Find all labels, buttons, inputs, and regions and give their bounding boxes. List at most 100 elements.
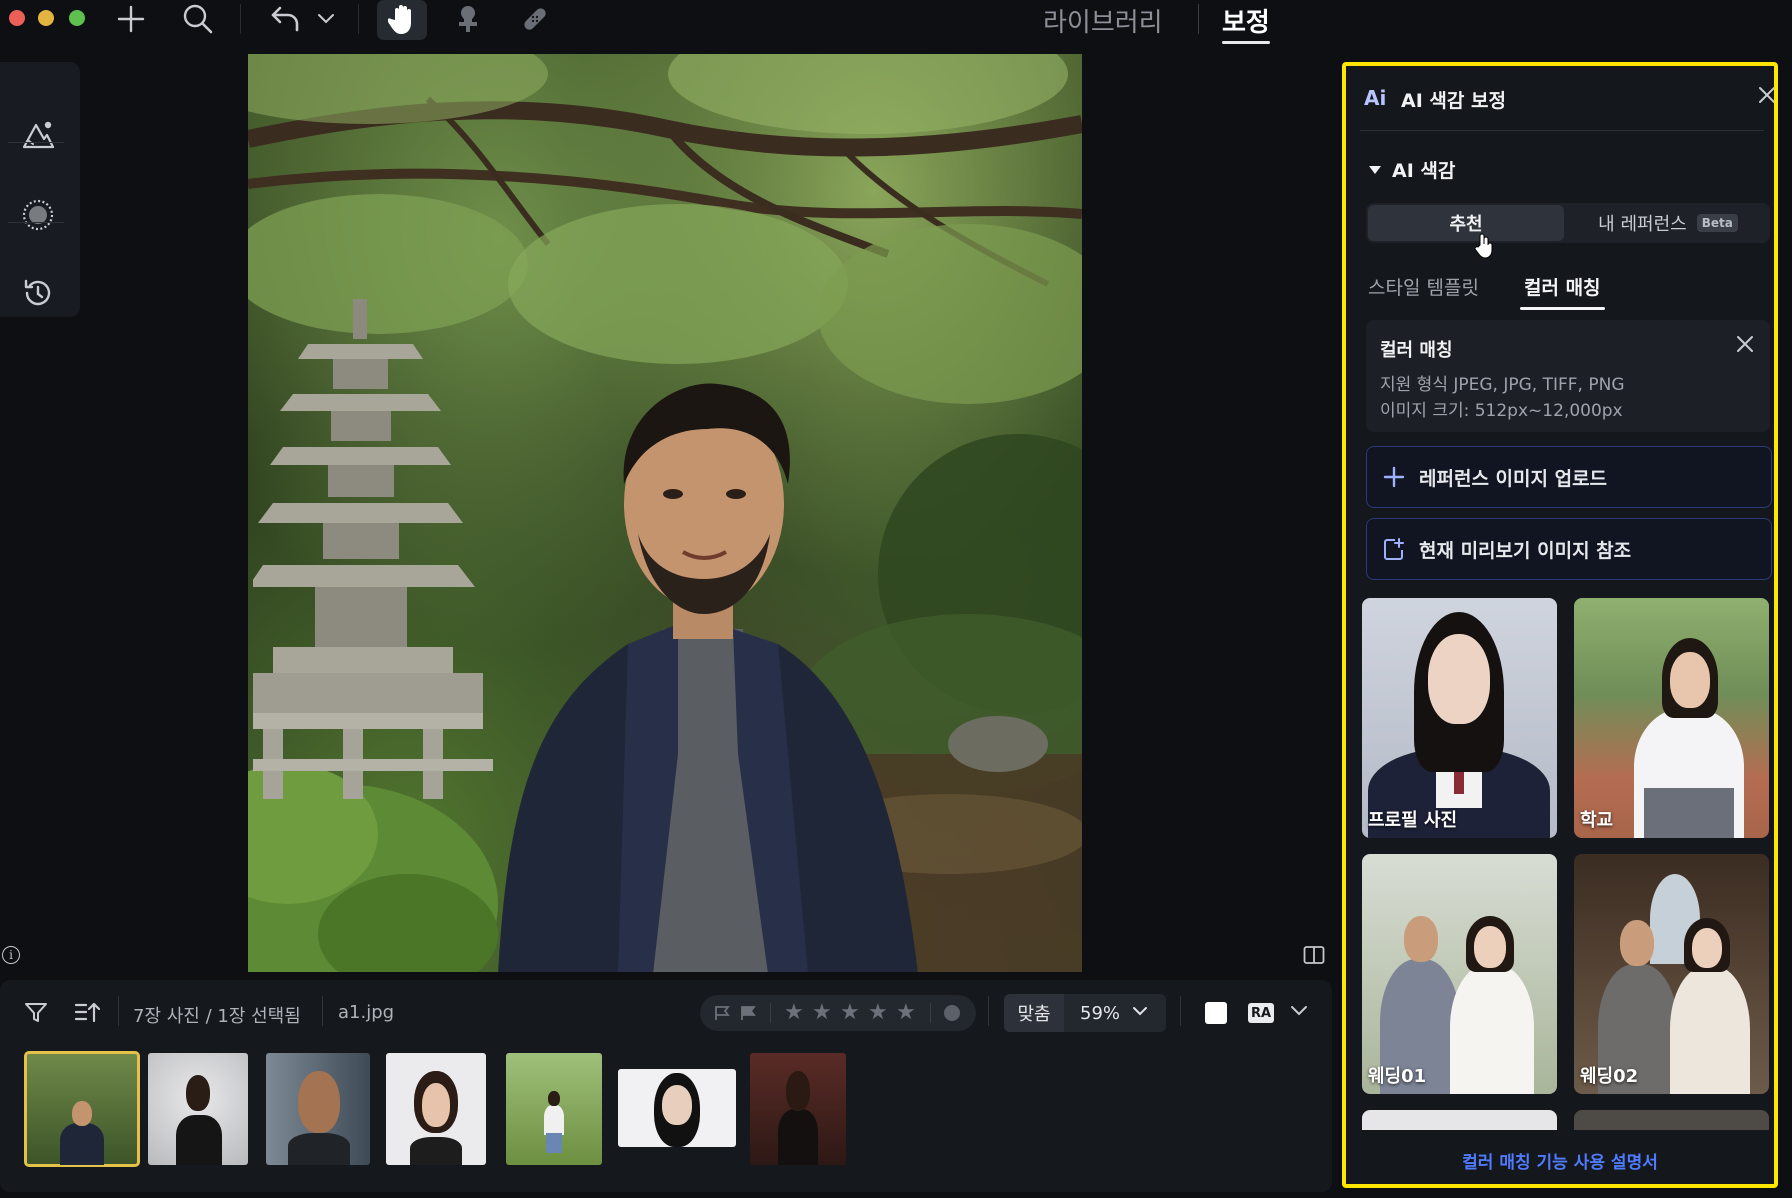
tab-style-template[interactable]: 스타일 템플릿 — [1368, 273, 1479, 300]
thumbnail[interactable] — [266, 1053, 370, 1165]
thumb-figure — [544, 1105, 564, 1135]
thumb-legs — [546, 1133, 562, 1153]
thumb-face — [298, 1071, 340, 1133]
thumbnail[interactable] — [750, 1053, 846, 1165]
ai-adjust-button[interactable] — [0, 96, 76, 174]
rating-bar: ★ ★ ★ ★ ★ — [700, 995, 976, 1031]
thumbnail[interactable] — [618, 1069, 736, 1147]
thumb-hair — [786, 1071, 810, 1111]
compare-button[interactable] — [1303, 945, 1325, 969]
hand-tool-button[interactable] — [377, 0, 427, 40]
close-icon[interactable] — [1758, 86, 1776, 104]
photo-count-text: 7장 사진 / 1장 선택됨 — [133, 1006, 301, 1027]
undo-button[interactable] — [266, 0, 306, 38]
close-icon[interactable] — [1736, 335, 1754, 353]
mode-segmented-control: 추천 내 레퍼런스 Beta — [1366, 203, 1770, 243]
toolbar-divider — [240, 4, 241, 34]
bandage-icon — [524, 8, 546, 30]
mask-button[interactable] — [0, 176, 76, 254]
bottom-divider — [322, 996, 323, 1026]
photo-canvas[interactable] — [248, 54, 1082, 972]
background-color-button[interactable] — [1205, 1002, 1227, 1024]
thumb-figure — [778, 1109, 818, 1165]
top-bar: 라이브러리 보정 — [0, 0, 1792, 44]
color-matching-info-card: 컬러 매칭 지원 형식 JPEG, JPG, TIFF, PNG 이미지 크기:… — [1366, 320, 1770, 432]
clone-stamp-tool-button[interactable] — [450, 0, 486, 38]
chevron-down-icon[interactable] — [1290, 1004, 1308, 1018]
window-close-button[interactable] — [9, 10, 25, 26]
segment-my-reference-label: 내 레퍼런스 — [1598, 214, 1687, 235]
use-preview-image-button[interactable]: 현재 미리보기 이미지 참조 — [1366, 518, 1772, 580]
template-card-wedding02[interactable]: 웨딩02 — [1574, 854, 1769, 1094]
ai-color-section-toggle[interactable]: AI 색감 — [1368, 156, 1455, 183]
card-caption: 프로필 사진 — [1368, 810, 1458, 831]
thumb-face — [662, 1085, 692, 1125]
rating-star-2[interactable]: ★ — [812, 1000, 832, 1025]
card-bride — [1670, 966, 1750, 1094]
undo-history-dropdown[interactable] — [314, 0, 338, 38]
app-window: 라이브러리 보정 i 7장 사진 / 1장 선택됨 a1.jpg ★ ★ ★ ★… — [0, 0, 1792, 1198]
filter-button[interactable] — [24, 1002, 48, 1028]
plus-icon — [117, 5, 145, 33]
rating-divider — [930, 1003, 931, 1023]
history-icon — [24, 279, 51, 306]
bottom-divider — [118, 996, 119, 1026]
rating-star-1[interactable]: ★ — [784, 1000, 804, 1025]
toolbar-divider — [358, 4, 359, 34]
window-zoom-button[interactable] — [69, 10, 85, 26]
card-groom-face — [1620, 920, 1654, 966]
upload-reference-button[interactable]: 레퍼런스 이미지 업로드 — [1366, 446, 1772, 508]
thumbnail[interactable] — [506, 1053, 602, 1165]
segment-recommend[interactable]: 추천 — [1368, 205, 1564, 241]
panel-title: AI 색감 보정 — [1401, 90, 1506, 112]
bottom-divider — [988, 996, 989, 1026]
color-label-button[interactable] — [944, 1005, 960, 1021]
mountain-ai-icon — [22, 121, 55, 149]
reject-flag-icon[interactable] — [740, 1005, 758, 1021]
new-button[interactable] — [113, 0, 149, 38]
tab-edit[interactable]: 보정 — [1222, 0, 1270, 44]
history-button[interactable] — [0, 254, 76, 332]
export-square-icon — [1384, 538, 1404, 560]
card-groom-face — [1404, 916, 1438, 962]
chevron-down-icon[interactable] — [1132, 1005, 1148, 1017]
clone-stamp-icon — [459, 6, 477, 32]
fit-button[interactable]: 맞춤 — [1004, 994, 1064, 1032]
card-caption: 웨딩02 — [1580, 1066, 1639, 1087]
zoom-control: 맞춤 59% — [1004, 994, 1166, 1032]
info-icon[interactable]: i — [2, 946, 20, 964]
flag-icon[interactable] — [714, 1005, 732, 1021]
color-matching-guide-link[interactable]: 컬러 매칭 기능 사용 설명서 — [1346, 1148, 1774, 1173]
triangle-down-icon — [1369, 165, 1381, 174]
rating-star-4[interactable]: ★ — [868, 1000, 888, 1025]
segment-my-reference[interactable]: 내 레퍼런스 Beta — [1570, 205, 1766, 241]
use-preview-image-label: 현재 미리보기 이미지 참조 — [1419, 539, 1632, 562]
search-icon — [183, 4, 213, 34]
tab-library[interactable]: 라이브러리 — [1043, 0, 1163, 42]
rating-star-5[interactable]: ★ — [896, 1000, 916, 1025]
template-card-profile[interactable]: 프로필 사진 — [1362, 598, 1557, 838]
window-minimize-button[interactable] — [38, 10, 54, 26]
info-card-title: 컬러 매칭 — [1380, 340, 1453, 361]
thumbnail[interactable] — [24, 1051, 140, 1167]
template-card-wedding01[interactable]: 웨딩01 — [1362, 854, 1557, 1094]
zoom-level[interactable]: 59% — [1080, 1003, 1120, 1024]
thumbnail[interactable] — [386, 1053, 486, 1165]
chevron-down-icon — [318, 14, 334, 24]
panel-divider — [1360, 130, 1764, 131]
thumb-figure — [60, 1123, 104, 1165]
healing-tool-button[interactable] — [515, 0, 555, 38]
raw-indicator[interactable]: RA — [1248, 1003, 1274, 1023]
rating-star-3[interactable]: ★ — [840, 1000, 860, 1025]
search-button[interactable] — [178, 0, 218, 38]
current-file-name: a1.jpg — [338, 1002, 395, 1023]
card-skirt — [1644, 788, 1734, 838]
sort-button[interactable] — [74, 1000, 102, 1028]
template-card-school[interactable]: 학교 — [1574, 598, 1769, 838]
thumbnail[interactable] — [148, 1053, 248, 1165]
card-bride — [1450, 964, 1534, 1094]
tab-color-matching[interactable]: 컬러 매칭 — [1520, 273, 1605, 310]
card-caption: 웨딩01 — [1368, 1066, 1427, 1087]
panel-header: Ai AI 색감 보정 — [1346, 66, 1774, 128]
thumb-figure — [410, 1137, 462, 1165]
